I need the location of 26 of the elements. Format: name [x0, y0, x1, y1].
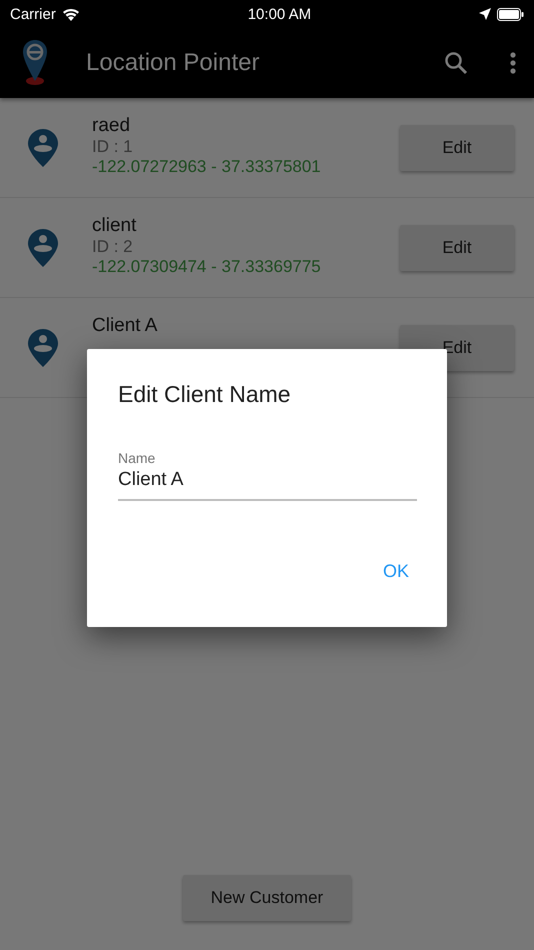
- more-options-icon[interactable]: [510, 52, 516, 74]
- customer-name: client: [92, 215, 138, 237]
- field-label: Name: [118, 450, 156, 466]
- search-icon[interactable]: [444, 51, 468, 75]
- new-customer-button[interactable]: New Customer: [183, 875, 351, 921]
- app-title: Location Pointer: [86, 49, 260, 77]
- location-arrow-icon: [478, 8, 491, 20]
- customer-id: ID : 2: [92, 237, 134, 257]
- dialog-title: Edit Client Name: [118, 381, 292, 408]
- customer-name: raed: [92, 115, 132, 137]
- edit-button[interactable]: Edit: [400, 224, 514, 270]
- person-pin-icon: [28, 228, 58, 266]
- clock-time: 10:00 AM: [248, 6, 312, 22]
- customer-id: ID : 1: [92, 137, 134, 157]
- customer-coordinates: -122.07272963 - 37.33375801: [92, 157, 322, 177]
- person-pin-icon: [28, 128, 58, 166]
- customer-name: Client A: [92, 315, 158, 337]
- edit-button[interactable]: Edit: [400, 124, 514, 170]
- carrier-label: Carrier: [10, 6, 56, 22]
- customer-coordinates: -122.07309474 - 37.33369775: [92, 257, 322, 277]
- wifi-icon: [62, 8, 80, 20]
- person-pin-icon: [28, 328, 58, 366]
- name-field[interactable]: Client A: [118, 469, 417, 501]
- logo-icon: [22, 40, 48, 86]
- battery-icon: [496, 8, 524, 20]
- ok-button[interactable]: OK: [374, 553, 417, 590]
